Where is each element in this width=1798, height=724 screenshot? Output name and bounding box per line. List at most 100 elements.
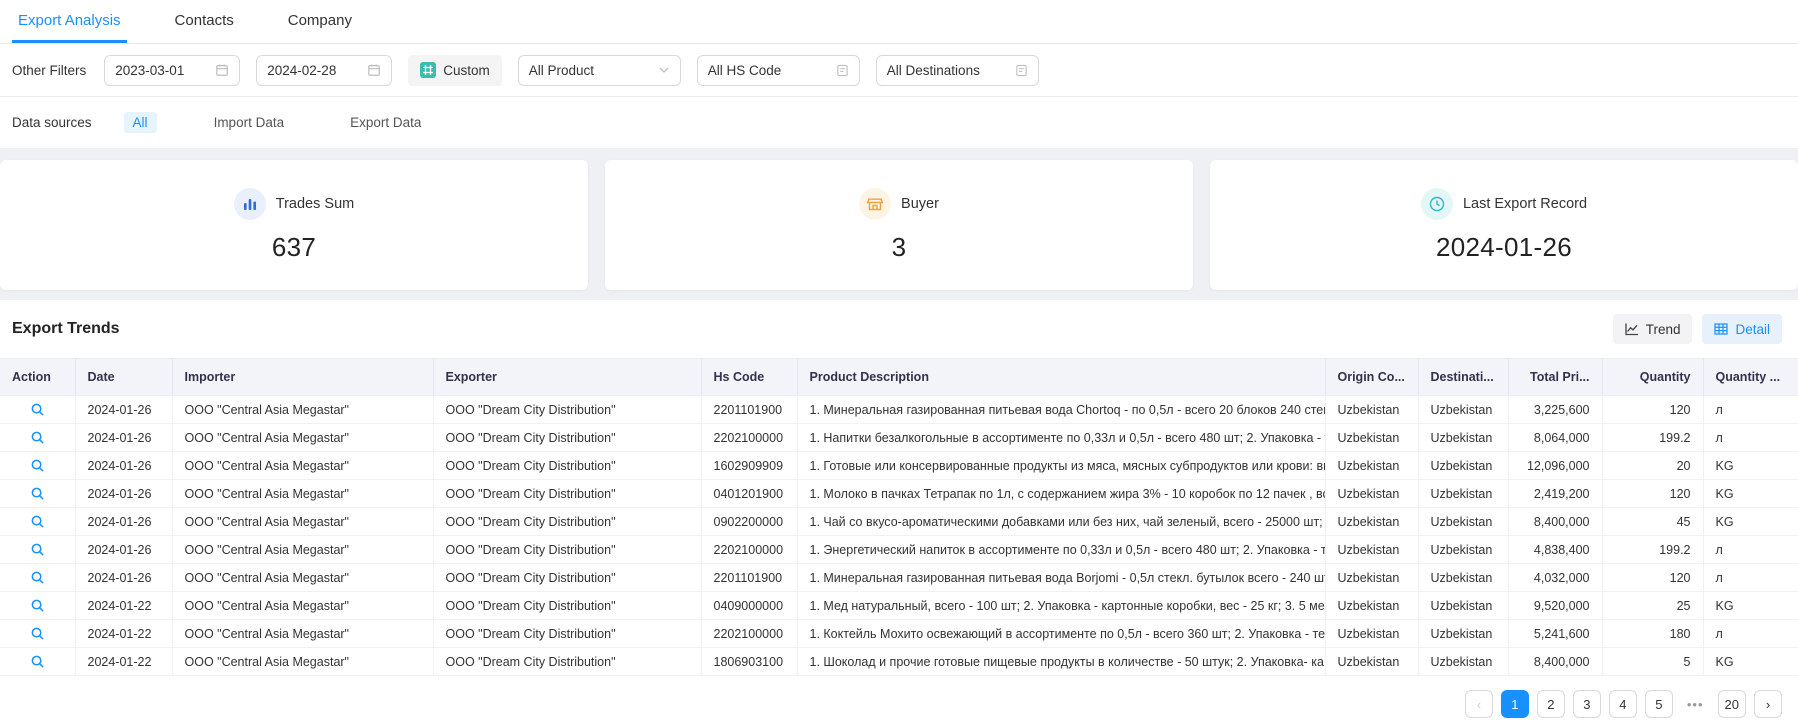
cell-hs-code: 2202100000 — [701, 620, 797, 648]
trades-sum-card: Trades Sum 637 — [0, 160, 588, 290]
cell-exporter: OOO "Dream City Distribution" — [433, 508, 701, 536]
cell-importer: OOO "Central Asia Megastar" — [172, 424, 433, 452]
other-filters-label: Other Filters — [12, 63, 86, 78]
cell-destination: Uzbekistan — [1418, 480, 1508, 508]
cell-hs-code: 1806903100 — [701, 648, 797, 676]
col-product-description: Product Description — [797, 359, 1325, 396]
table-row: 2024-01-26 OOO "Central Asia Megastar" O… — [0, 424, 1798, 452]
cell-importer: OOO "Central Asia Megastar" — [172, 592, 433, 620]
custom-grid-icon — [420, 62, 436, 78]
top-tabbar: Export Analysis Contacts Company — [0, 0, 1798, 44]
search-icon[interactable] — [26, 483, 48, 505]
cell-hs-code: 2202100000 — [701, 424, 797, 452]
detail-button-label: Detail — [1735, 322, 1770, 337]
hs-code-filter[interactable]: All HS Code — [697, 55, 860, 86]
search-icon[interactable] — [26, 511, 48, 533]
cell-quantity-unit: л — [1703, 396, 1798, 424]
hs-code-filter-value: All HS Code — [708, 63, 782, 78]
cell-origin: Uzbekistan — [1325, 424, 1418, 452]
cell-importer: OOO "Central Asia Megastar" — [172, 648, 433, 676]
cell-total-price: 3,225,600 — [1508, 396, 1602, 424]
cell-date: 2024-01-26 — [75, 508, 172, 536]
cell-date: 2024-01-22 — [75, 648, 172, 676]
date-from-field[interactable] — [104, 55, 240, 86]
product-filter-select[interactable]: All Product — [518, 55, 681, 86]
cell-hs-code: 2201101900 — [701, 396, 797, 424]
page-button-1[interactable]: 1 — [1501, 690, 1529, 718]
cell-quantity-unit: KG — [1703, 648, 1798, 676]
cell-quantity: 20 — [1602, 452, 1703, 480]
search-icon[interactable] — [26, 539, 48, 561]
cell-description: 1. Энергетический напиток в ассортименте… — [797, 536, 1325, 564]
tab-company[interactable]: Company — [282, 0, 358, 43]
page-button-2[interactable]: 2 — [1537, 690, 1565, 718]
tab-contacts[interactable]: Contacts — [169, 0, 240, 43]
data-sources-bar: Data sources All Import Data Export Data — [0, 97, 1798, 148]
source-import-data[interactable]: Import Data — [205, 112, 294, 133]
buyer-card: Buyer 3 — [605, 160, 1193, 290]
table-header-row: Action Date Importer Exporter Hs Code Pr… — [0, 359, 1798, 396]
page-button-3[interactable]: 3 — [1573, 690, 1601, 718]
page-button-5[interactable]: 5 — [1645, 690, 1673, 718]
page-button-20[interactable]: 20 — [1718, 690, 1746, 718]
cell-destination: Uzbekistan — [1418, 424, 1508, 452]
search-icon[interactable] — [26, 399, 48, 421]
cell-quantity: 180 — [1602, 620, 1703, 648]
cell-destination: Uzbekistan — [1418, 564, 1508, 592]
cell-importer: OOO "Central Asia Megastar" — [172, 452, 433, 480]
table-row: 2024-01-22 OOO "Central Asia Megastar" O… — [0, 648, 1798, 676]
cell-quantity-unit: KG — [1703, 508, 1798, 536]
search-icon[interactable] — [26, 651, 48, 673]
cell-origin: Uzbekistan — [1325, 564, 1418, 592]
page-button-4[interactable]: 4 — [1609, 690, 1637, 718]
cell-date: 2024-01-26 — [75, 424, 172, 452]
cell-quantity: 199.2 — [1602, 536, 1703, 564]
cell-quantity-unit: л — [1703, 620, 1798, 648]
cell-origin: Uzbekistan — [1325, 648, 1418, 676]
cell-quantity-unit: л — [1703, 564, 1798, 592]
search-icon[interactable] — [26, 567, 48, 589]
cell-total-price: 12,096,000 — [1508, 452, 1602, 480]
detail-view-button[interactable]: Detail — [1702, 314, 1782, 344]
cell-importer: OOO "Central Asia Megastar" — [172, 480, 433, 508]
bar-chart-icon — [234, 188, 266, 220]
calendar-icon — [215, 63, 229, 77]
trend-view-button[interactable]: Trend — [1613, 314, 1693, 344]
cell-quantity-unit: KG — [1703, 592, 1798, 620]
trend-button-label: Trend — [1646, 322, 1681, 337]
cell-quantity: 120 — [1602, 480, 1703, 508]
cell-quantity: 5 — [1602, 648, 1703, 676]
cell-importer: OOO "Central Asia Megastar" — [172, 536, 433, 564]
cell-exporter: OOO "Dream City Distribution" — [433, 536, 701, 564]
source-all[interactable]: All — [124, 112, 157, 133]
next-page-button[interactable]: › — [1754, 690, 1782, 718]
destinations-filter[interactable]: All Destinations — [876, 55, 1039, 86]
document-icon — [1015, 64, 1028, 77]
custom-range-button[interactable]: Custom — [408, 55, 502, 86]
date-to-field[interactable] — [256, 55, 392, 86]
prev-page-button[interactable]: ‹ — [1465, 690, 1493, 718]
data-sources-label: Data sources — [12, 115, 92, 130]
search-icon[interactable] — [26, 595, 48, 617]
document-icon — [836, 64, 849, 77]
cell-date: 2024-01-22 — [75, 592, 172, 620]
date-to-input[interactable] — [267, 63, 355, 78]
export-trends-table: Action Date Importer Exporter Hs Code Pr… — [0, 358, 1798, 676]
search-icon[interactable] — [26, 427, 48, 449]
tab-export-analysis[interactable]: Export Analysis — [12, 0, 127, 43]
table-row: 2024-01-26 OOO "Central Asia Megastar" O… — [0, 452, 1798, 480]
calendar-icon — [367, 63, 381, 77]
search-icon[interactable] — [26, 455, 48, 477]
col-exporter: Exporter — [433, 359, 701, 396]
table-row: 2024-01-26 OOO "Central Asia Megastar" O… — [0, 480, 1798, 508]
cell-total-price: 4,032,000 — [1508, 564, 1602, 592]
search-icon[interactable] — [26, 623, 48, 645]
export-trends-title: Export Trends — [12, 320, 120, 338]
date-from-input[interactable] — [115, 63, 203, 78]
cell-exporter: OOO "Dream City Distribution" — [433, 480, 701, 508]
cell-total-price: 9,520,000 — [1508, 592, 1602, 620]
source-export-data[interactable]: Export Data — [341, 112, 430, 133]
cell-exporter: OOO "Dream City Distribution" — [433, 396, 701, 424]
cell-quantity: 45 — [1602, 508, 1703, 536]
col-quantity-unit: Quantity ... — [1703, 359, 1798, 396]
